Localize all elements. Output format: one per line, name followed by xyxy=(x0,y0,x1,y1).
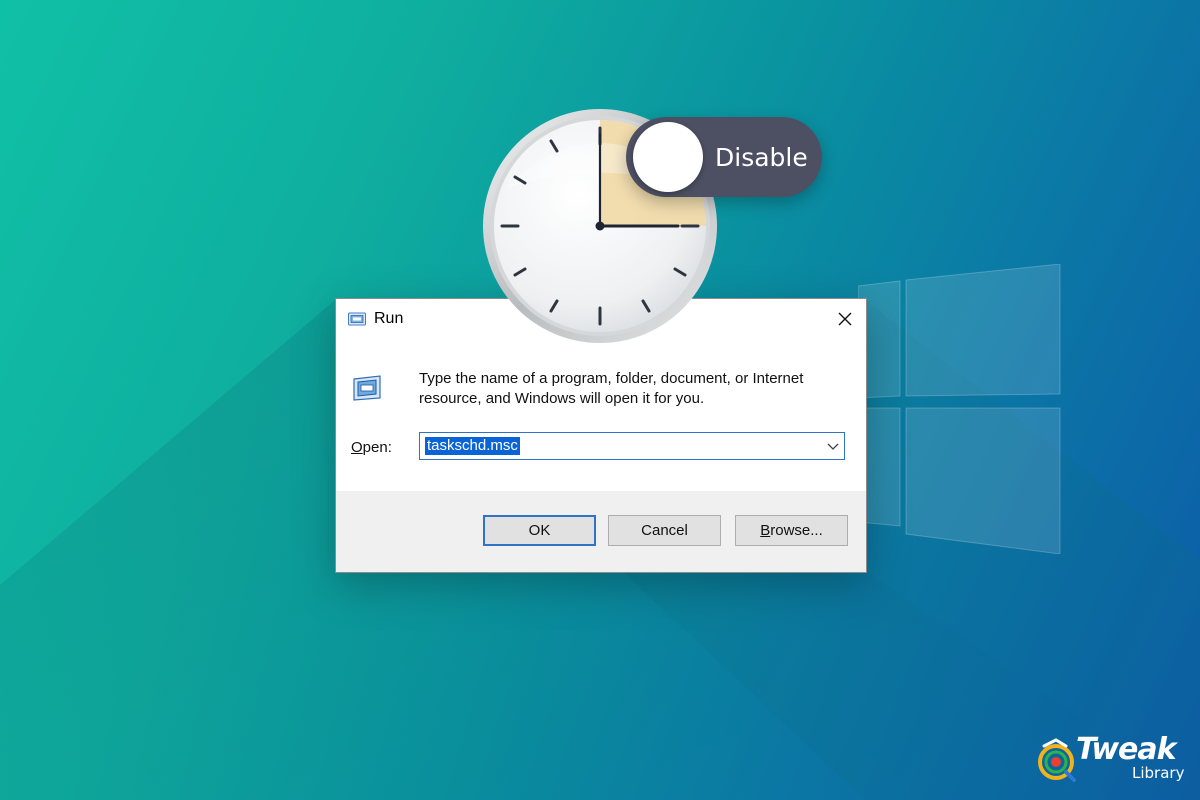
ok-button[interactable]: OK xyxy=(483,515,596,546)
chevron-down-icon[interactable] xyxy=(826,439,840,453)
open-label-accelerator: O xyxy=(351,439,363,456)
open-label: Open: xyxy=(351,439,392,456)
open-label-text: pen: xyxy=(362,439,392,456)
run-program-icon xyxy=(353,375,381,401)
cancel-button[interactable]: Cancel xyxy=(608,515,721,546)
open-input-value[interactable]: taskschd.msc xyxy=(425,437,520,455)
close-button[interactable] xyxy=(830,305,860,333)
open-combobox[interactable]: taskschd.msc xyxy=(419,432,845,460)
run-dialog-title: Run xyxy=(374,310,404,327)
brand-subtitle: Library xyxy=(1132,764,1185,782)
run-dialog-description: Type the name of a program, folder, docu… xyxy=(419,370,804,407)
run-app-icon xyxy=(348,312,366,326)
browse-accelerator: B xyxy=(760,522,771,539)
disable-toggle[interactable]: Disable xyxy=(626,117,822,197)
run-dialog-button-bar: OK Cancel Browse... xyxy=(336,491,866,572)
tweak-library-logo: Tweak Library xyxy=(1036,732,1186,788)
close-icon xyxy=(838,312,852,326)
windows-logo-icon xyxy=(858,264,1061,554)
toggle-knob[interactable] xyxy=(633,122,703,192)
browse-label: rowse... xyxy=(770,522,823,539)
browse-button[interactable]: Browse... xyxy=(735,515,848,546)
brand-name: Tweak xyxy=(1076,732,1177,767)
toggle-label: Disable xyxy=(715,143,808,172)
tweak-library-logo-icon xyxy=(1038,738,1076,782)
